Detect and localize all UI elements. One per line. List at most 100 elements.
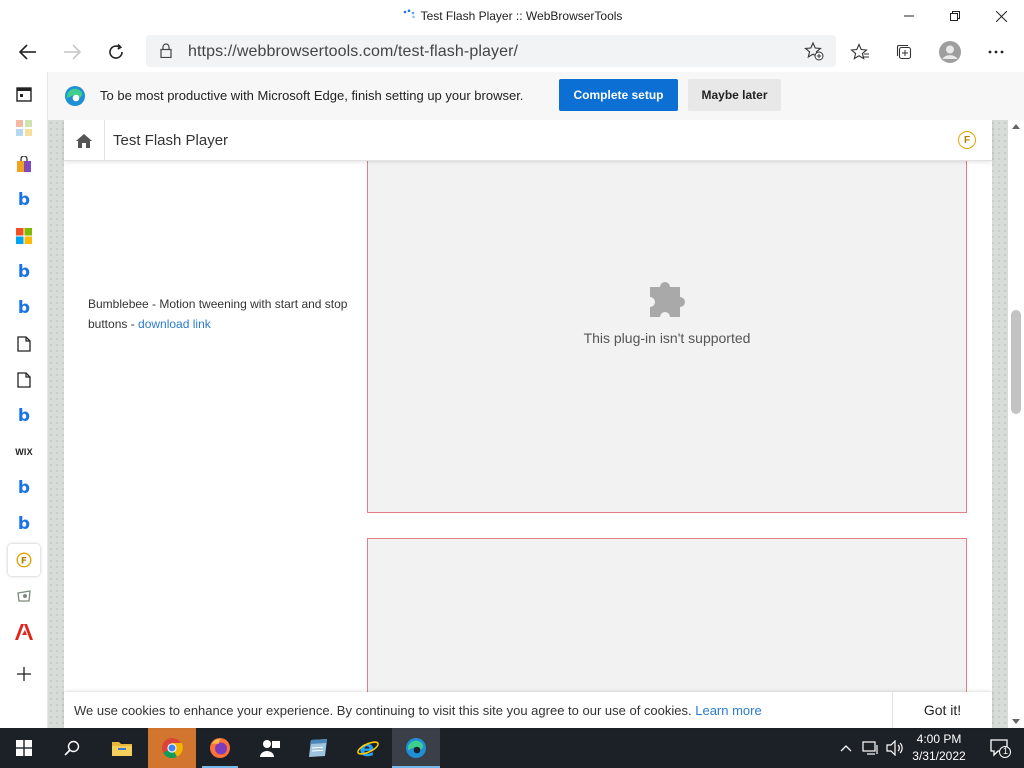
wix-icon: WIX <box>15 447 33 457</box>
action-center-button[interactable]: 1 <box>976 728 1024 768</box>
sidebar-apps[interactable] <box>8 112 40 144</box>
loading-spinner-icon <box>403 9 415 19</box>
bing-icon: b <box>17 298 31 318</box>
refresh-icon <box>109 43 123 59</box>
flash-tester-icon: F <box>16 552 32 568</box>
apps-icon <box>16 120 32 136</box>
taskbar-people-app[interactable] <box>246 728 294 768</box>
sidebar-bing-4[interactable]: b <box>8 400 40 432</box>
cookie-consent-bar: We use cookies to enhance your experienc… <box>64 692 992 728</box>
windows-taskbar: e 4:00 PM 3/31/2022 1 <box>0 728 1024 768</box>
plugin-unsupported-message: This plug-in isn't supported <box>583 330 751 346</box>
sidebar-flash-tester[interactable]: F <box>8 544 40 576</box>
scroll-down-arrow-icon[interactable] <box>1012 719 1020 724</box>
clock-time: 4:00 PM <box>916 732 962 746</box>
bing-icon: b <box>17 190 31 210</box>
sidebar-add[interactable] <box>8 658 40 690</box>
description-text: Bumblebee - Motion tweening with start a… <box>88 297 348 331</box>
profile-button[interactable] <box>934 36 966 68</box>
taskbar-file-explorer[interactable] <box>98 728 146 768</box>
collections-button[interactable] <box>888 36 920 68</box>
chrome-icon <box>162 738 183 759</box>
scroll-up-arrow-icon[interactable] <box>1012 124 1020 129</box>
settings-more-button[interactable] <box>980 36 1012 68</box>
maybe-later-button[interactable]: Maybe later <box>688 79 781 111</box>
download-link[interactable]: download link <box>138 317 211 331</box>
minimize-icon <box>904 15 914 17</box>
bing-icon: b <box>17 406 31 426</box>
show-hidden-icons-chevron-icon[interactable] <box>840 744 852 752</box>
sidebar-adobe[interactable] <box>8 616 40 648</box>
edge-sidebar: b b b b WIX b b F <box>0 72 48 728</box>
taskbar-notepad[interactable] <box>294 728 342 768</box>
test-description: Bumblebee - Motion tweening with start a… <box>88 294 358 334</box>
setup-banner: To be most productive with Microsoft Edg… <box>48 72 1024 120</box>
bing-icon: b <box>17 478 31 498</box>
network-icon[interactable] <box>862 740 880 756</box>
sidebar-bing-5[interactable]: b <box>8 472 40 504</box>
sidebar-bing-1[interactable]: b <box>8 184 40 216</box>
taskbar-internet-explorer[interactable]: e <box>344 728 392 768</box>
sidebar-bing-2[interactable]: b <box>8 256 40 288</box>
sidebar-document-1[interactable] <box>8 328 40 360</box>
collections-icon <box>896 44 912 60</box>
plus-icon <box>17 667 31 681</box>
document-icon <box>17 336 31 352</box>
banner-message: To be most productive with Microsoft Edg… <box>100 88 524 103</box>
page-scrollbar[interactable] <box>1008 120 1024 728</box>
address-bar[interactable]: https://webbrowsertools.com/test-flash-p… <box>146 35 836 67</box>
got-it-button[interactable]: Got it! <box>892 692 992 728</box>
svg-text:F: F <box>21 557 27 567</box>
window-title-text: Test Flash Player :: WebBrowserTools <box>420 9 623 23</box>
firefox-icon <box>210 738 230 758</box>
sidebar-microsoft[interactable] <box>8 220 40 252</box>
complete-setup-button[interactable]: Complete setup <box>559 79 678 111</box>
flash-embed-placeholder[interactable]: This plug-in isn't supported <box>367 161 967 513</box>
sidebar-bing-6[interactable]: b <box>8 508 40 540</box>
volume-icon[interactable] <box>886 740 904 756</box>
forward-button[interactable] <box>56 36 88 68</box>
sidebar-bing-3[interactable]: b <box>8 292 40 324</box>
adobe-icon <box>15 624 33 640</box>
sidebar-wix[interactable]: WIX <box>8 436 40 468</box>
bing-icon: b <box>17 514 31 534</box>
favorites-button[interactable] <box>844 36 876 68</box>
refresh-button[interactable] <box>100 36 132 68</box>
home-button[interactable] <box>64 120 105 161</box>
restore-button[interactable] <box>932 0 978 32</box>
window-title-bar: Test Flash Player :: WebBrowserTools <box>0 0 1024 32</box>
sidebar-shopping[interactable] <box>8 148 40 180</box>
learn-more-link[interactable]: Learn more <box>695 703 761 718</box>
flash-badge-icon[interactable]: F <box>958 131 976 149</box>
favorites-icon <box>850 43 869 60</box>
lock-icon[interactable] <box>160 43 172 58</box>
site-header: Test Flash Player F <box>64 120 992 161</box>
taskbar-chrome[interactable] <box>148 728 196 768</box>
taskbar-firefox[interactable] <box>196 728 244 768</box>
minimize-button[interactable] <box>886 0 932 32</box>
taskbar-edge[interactable] <box>392 728 440 768</box>
edge-logo-icon <box>65 86 85 106</box>
forward-arrow-icon <box>64 44 81 60</box>
scrollbar-thumb[interactable] <box>1011 310 1021 414</box>
clock-date: 3/31/2022 <box>912 749 966 763</box>
start-button[interactable] <box>0 728 48 768</box>
more-icon <box>988 50 1004 54</box>
notification-count: 1 <box>1003 746 1009 756</box>
close-window-button[interactable] <box>978 0 1024 32</box>
internet-explorer-icon: e <box>357 737 379 759</box>
sidebar-calendar[interactable] <box>8 78 40 110</box>
sidebar-gallery[interactable] <box>8 580 40 612</box>
restore-icon <box>950 11 960 21</box>
add-favorite-icon[interactable] <box>804 41 824 61</box>
puzzle-piece-icon <box>650 282 685 317</box>
search-icon <box>64 740 80 756</box>
site-title: Test Flash Player <box>113 132 229 149</box>
taskbar-clock[interactable]: 4:00 PM 3/31/2022 <box>908 731 970 765</box>
sidebar-document-2[interactable] <box>8 364 40 396</box>
page-content: Test Flash Player F Bumblebee - Motion t… <box>64 120 992 728</box>
back-button[interactable] <box>12 36 44 68</box>
page-viewport: Test Flash Player F Bumblebee - Motion t… <box>48 120 1008 728</box>
search-button[interactable] <box>48 728 96 768</box>
url-text[interactable]: https://webbrowsertools.com/test-flash-p… <box>188 43 518 61</box>
